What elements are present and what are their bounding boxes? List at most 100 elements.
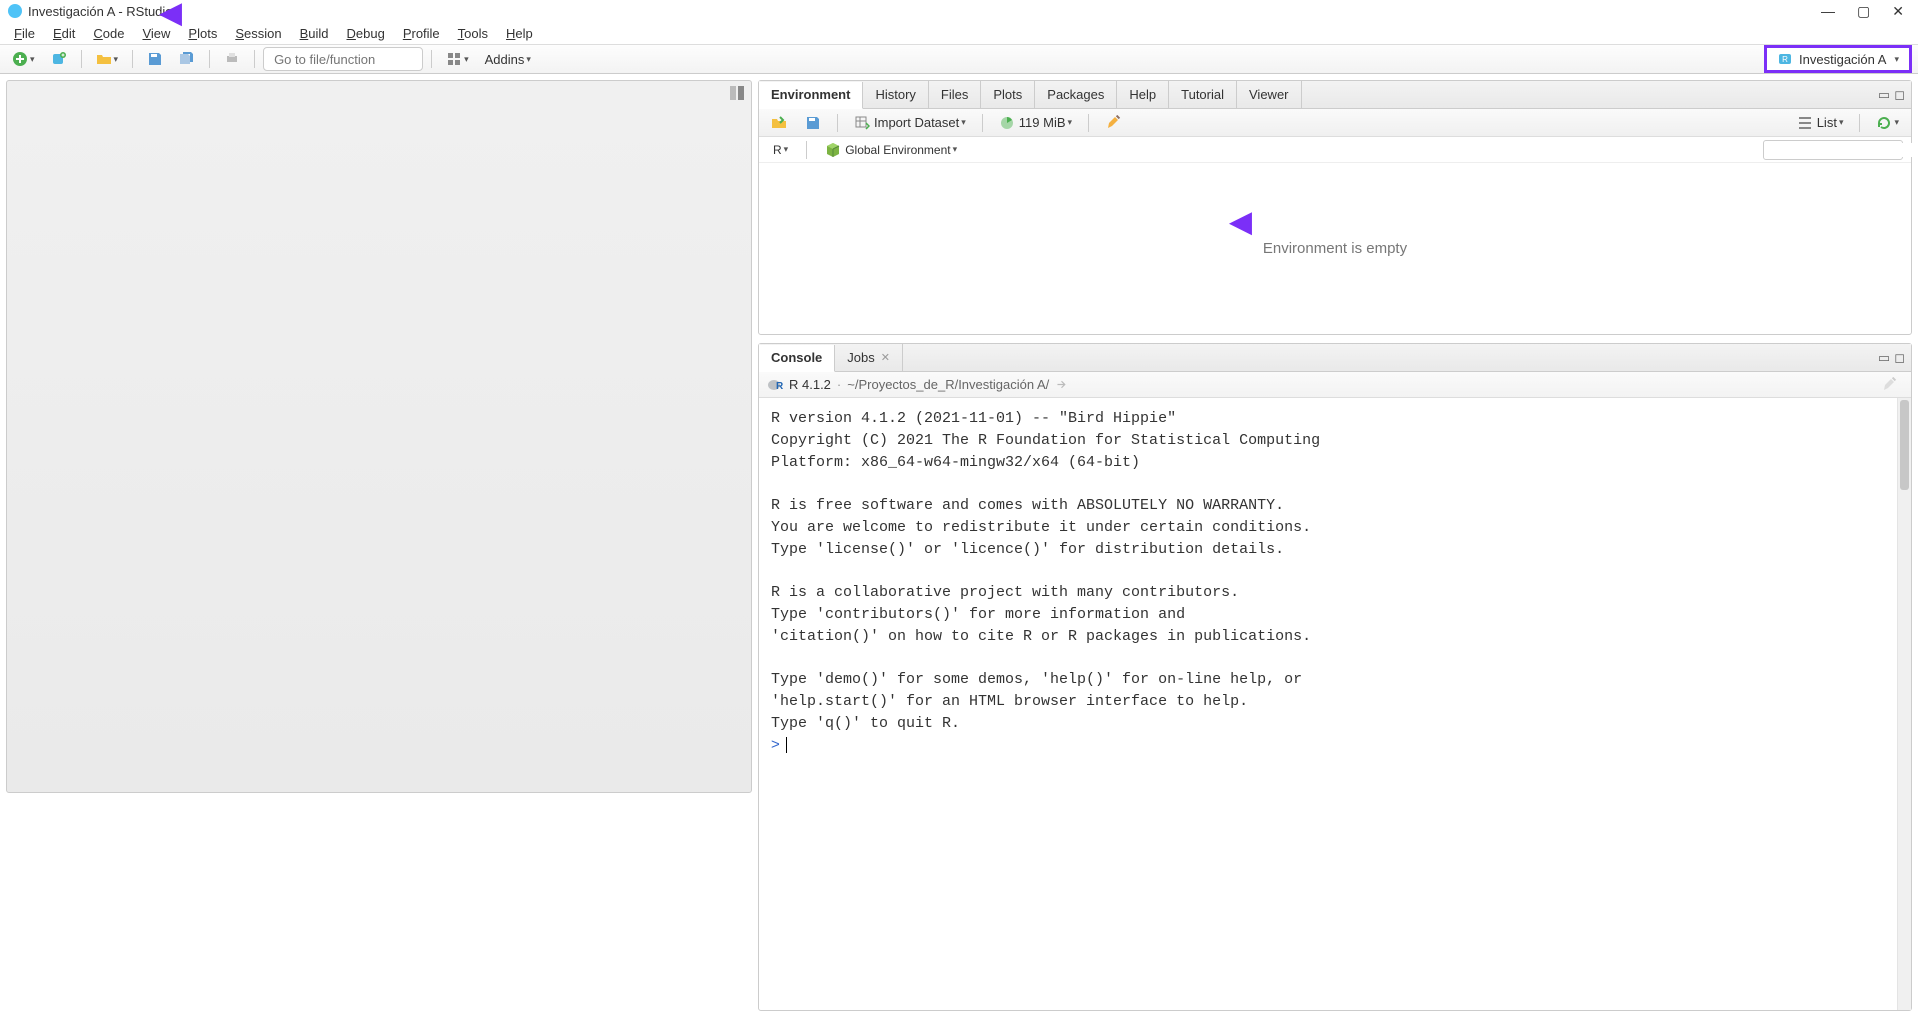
new-project-button[interactable] (45, 48, 73, 70)
console-subbar: R R 4.1.2 · ~/Proyectos_de_R/Investigaci… (759, 372, 1911, 398)
goto-file-box[interactable] (263, 47, 423, 71)
source-pane-container (0, 74, 758, 1017)
right-column: Environment History Files Plots Packages… (758, 74, 1918, 1017)
clear-console-button[interactable] (1875, 374, 1903, 396)
menu-debug[interactable]: Debug (339, 24, 393, 43)
project-name: Investigación A (1799, 52, 1886, 67)
workspace-layout-button[interactable]: ▾ (440, 48, 475, 70)
list-view-button[interactable]: List▾ (1791, 112, 1850, 134)
console-prompt: > (771, 736, 780, 753)
memory-label: 119 MiB (1019, 115, 1066, 130)
tab-jobs[interactable]: Jobs ✕ (835, 344, 903, 371)
menu-edit[interactable]: Edit (45, 24, 83, 43)
titlebar: Investigación A - RStudio — ▢ ✕ (0, 0, 1918, 22)
tab-help[interactable]: Help (1117, 81, 1169, 108)
grid-icon (446, 51, 462, 67)
svg-text:R: R (776, 381, 783, 392)
separator (982, 114, 983, 132)
svg-text:R: R (1782, 55, 1788, 64)
save-all-icon (179, 51, 195, 67)
separator (132, 50, 133, 68)
scope-selector[interactable]: Global Environment▾ (819, 139, 963, 161)
goto-dir-icon[interactable] (1055, 378, 1068, 391)
save-icon (147, 51, 163, 67)
separator (1859, 114, 1860, 132)
working-dir-label[interactable]: ~/Proyectos_de_R/Investigación A/ (847, 377, 1049, 392)
tab-packages[interactable]: Packages (1035, 81, 1117, 108)
refresh-icon (1876, 115, 1892, 131)
table-import-icon (854, 115, 870, 131)
scope-label: Global Environment (845, 143, 950, 157)
scrollbar[interactable] (1897, 398, 1911, 1010)
cursor-icon (786, 737, 787, 753)
refresh-button[interactable]: ▾ (1870, 112, 1905, 134)
environment-pane: Environment History Files Plots Packages… (758, 80, 1912, 335)
goto-file-input[interactable] (274, 52, 450, 67)
env-toolbar: Import Dataset▾ 119 MiB▾ List▾ (759, 109, 1911, 137)
window-title: Investigación A - RStudio (28, 4, 173, 19)
save-icon (805, 115, 821, 131)
menu-plots[interactable]: Plots (180, 24, 225, 43)
env-search-box[interactable] (1763, 140, 1903, 160)
memory-usage-button[interactable]: 119 MiB▾ (993, 112, 1078, 134)
pane-layout-icon[interactable] (729, 85, 745, 104)
project-selector[interactable]: R Investigación A ▾ (1764, 45, 1912, 73)
print-icon (224, 51, 240, 67)
pane-maximize-icon[interactable]: ◻ (1894, 87, 1905, 103)
save-button[interactable] (141, 48, 169, 70)
separator (209, 50, 210, 68)
annotation-arrow-icon: ◀ (1230, 205, 1252, 238)
menu-profile[interactable]: Profile (395, 24, 448, 43)
tab-viewer[interactable]: Viewer (1237, 81, 1302, 108)
jobs-label: Jobs (847, 350, 874, 365)
env-empty-text: Environment is empty (1263, 240, 1407, 257)
tab-files[interactable]: Files (929, 81, 981, 108)
language-selector[interactable]: R▾ (767, 140, 794, 160)
folder-open-icon (96, 51, 112, 67)
annotation-arrow-icon: ◀ (160, 0, 182, 29)
pie-icon (999, 115, 1015, 131)
menu-tools[interactable]: Tools (450, 24, 496, 43)
menu-help[interactable]: Help (498, 24, 541, 43)
addins-label: Addins (485, 52, 525, 67)
import-dataset-button[interactable]: Import Dataset▾ (848, 112, 972, 134)
menu-file[interactable]: File (6, 24, 43, 43)
app-icon (8, 4, 22, 18)
cube-icon (825, 142, 841, 158)
list-icon (1797, 115, 1813, 131)
env-search-input[interactable] (1771, 143, 1918, 157)
env-body: Environment is empty (759, 163, 1911, 334)
env-scope-bar: R▾ Global Environment▾ (759, 137, 1911, 163)
tab-environment[interactable]: Environment (759, 82, 863, 109)
close-button[interactable]: ✕ (1892, 3, 1904, 20)
save-workspace-button[interactable] (799, 112, 827, 134)
pane-minimize-icon[interactable]: ▭ (1878, 87, 1890, 103)
tab-tutorial[interactable]: Tutorial (1169, 81, 1237, 108)
addins-button[interactable]: Addins▾ (479, 49, 537, 70)
clear-workspace-button[interactable] (1099, 112, 1127, 134)
workspace: Environment History Files Plots Packages… (0, 74, 1918, 1017)
new-file-button[interactable]: ▾ (6, 48, 41, 70)
menu-code[interactable]: Code (85, 24, 132, 43)
tab-history[interactable]: History (863, 81, 928, 108)
close-icon[interactable]: ✕ (881, 351, 890, 364)
tab-console[interactable]: Console (759, 345, 835, 372)
separator (254, 50, 255, 68)
tab-plots[interactable]: Plots (981, 81, 1035, 108)
pane-maximize-icon[interactable]: ◻ (1894, 350, 1905, 366)
print-button[interactable] (218, 48, 246, 70)
console-output[interactable]: R version 4.1.2 (2021-11-01) -- "Bird Hi… (759, 398, 1911, 1010)
open-file-button[interactable]: ▾ (90, 48, 125, 70)
broom-icon (1105, 115, 1121, 131)
maximize-button[interactable]: ▢ (1857, 3, 1870, 20)
menu-build[interactable]: Build (292, 24, 337, 43)
scrollbar-thumb[interactable] (1900, 400, 1909, 490)
r-logo-icon: R (767, 377, 783, 393)
pane-minimize-icon[interactable]: ▭ (1878, 350, 1890, 366)
separator (1088, 114, 1089, 132)
list-label: List (1817, 115, 1837, 130)
save-all-button[interactable] (173, 48, 201, 70)
menu-session[interactable]: Session (227, 24, 289, 43)
minimize-button[interactable]: — (1821, 3, 1835, 20)
load-workspace-button[interactable] (765, 112, 793, 134)
